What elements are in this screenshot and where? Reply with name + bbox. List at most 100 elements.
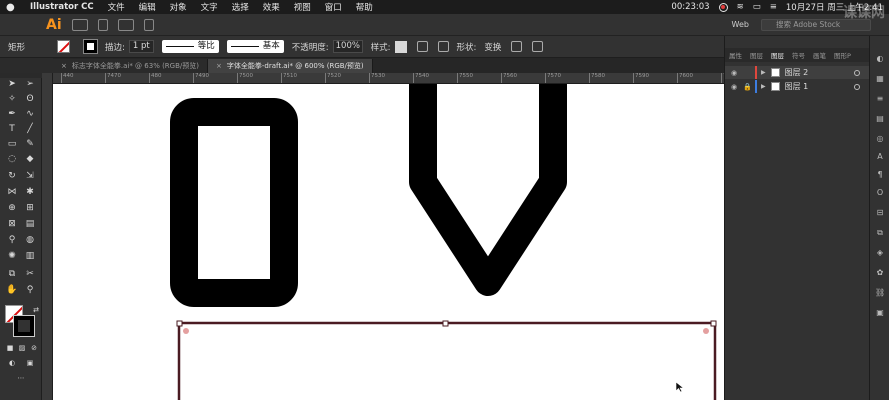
document-tab-active[interactable]: × 字体全能拳-draft.ai* @ 600% (RGB/预览): [207, 59, 373, 73]
graphic-style-swatch[interactable]: [394, 40, 407, 53]
mesh-tool-icon[interactable]: ⊠: [6, 219, 18, 230]
arrange-documents-icon[interactable]: [71, 18, 88, 31]
record-icon[interactable]: [718, 2, 728, 12]
shaper-tool-icon[interactable]: ◌: [6, 154, 18, 165]
artboard[interactable]: [53, 84, 724, 400]
visibility-eye-icon[interactable]: ◉: [731, 83, 739, 91]
symbol-sprayer-icon[interactable]: ✺: [6, 251, 18, 262]
align-icon[interactable]: [437, 41, 449, 52]
menu-help[interactable]: 帮助: [356, 1, 373, 13]
target-circle-icon[interactable]: [854, 69, 860, 76]
menu-edit[interactable]: 编辑: [139, 1, 156, 13]
artboard-tool-icon[interactable]: ⧉: [6, 269, 18, 280]
layer-name[interactable]: 图层 1: [785, 81, 809, 92]
align-panel-icon[interactable]: ⊟: [875, 208, 885, 218]
graphic-styles-panel-icon[interactable]: ✿: [875, 268, 885, 278]
fill-swatch[interactable]: [57, 40, 71, 53]
stroke-panel-icon[interactable]: ≡: [875, 94, 885, 104]
menu-window[interactable]: 窗口: [325, 1, 342, 13]
lock-icon[interactable]: 🔒: [743, 83, 752, 91]
target-circle-icon[interactable]: [854, 83, 860, 90]
battery-icon[interactable]: ▭: [753, 2, 761, 12]
swap-colors-icon[interactable]: ⇄: [30, 305, 42, 316]
selection-tool-icon[interactable]: ➤: [6, 79, 18, 90]
scale-tool-icon[interactable]: ⇲: [24, 171, 36, 182]
menu-file[interactable]: 文件: [108, 1, 125, 13]
zoom-tool-icon[interactable]: ⚲: [24, 285, 36, 296]
workspace-switcher[interactable]: Web: [732, 20, 749, 29]
stroke-weight-input[interactable]: 1 pt: [128, 40, 154, 53]
draw-mode-icon[interactable]: ◐: [6, 358, 18, 369]
variable-width-profile[interactable]: 等比: [161, 40, 219, 53]
tab-properties[interactable]: 属性: [725, 50, 746, 60]
eyedropper-tool-icon[interactable]: ⚲: [6, 235, 18, 246]
transparency-panel-icon[interactable]: ◎: [875, 134, 885, 144]
tab-graphic-styles[interactable]: 图形P: [830, 50, 855, 60]
character-panel-icon[interactable]: A: [875, 152, 885, 162]
transform-label[interactable]: 变换: [484, 41, 501, 53]
curvature-tool-icon[interactable]: ∿: [24, 109, 36, 120]
opentype-panel-icon[interactable]: O: [875, 188, 885, 198]
stroke-label[interactable]: 描边:: [105, 41, 125, 53]
shape-builder-icon[interactable]: ⊕: [6, 203, 18, 214]
rectangle-tool-icon[interactable]: ▭: [6, 139, 18, 150]
menu-effect[interactable]: 效果: [263, 1, 280, 13]
none-mode-icon[interactable]: ⊘: [28, 343, 40, 354]
slice-tool-icon[interactable]: ✂: [24, 269, 36, 280]
gradient-panel-icon[interactable]: ▤: [875, 114, 885, 124]
transform-icon[interactable]: [511, 41, 523, 52]
type-tool-icon[interactable]: T: [6, 124, 18, 135]
wifi-icon[interactable]: ≋: [737, 2, 744, 12]
stroke-swatch[interactable]: [83, 39, 99, 54]
menu-type[interactable]: 文字: [201, 1, 218, 13]
stroke-color-icon[interactable]: [13, 315, 35, 337]
layer-row-1[interactable]: ◉ 🔒 ▶ 图层 1: [725, 80, 870, 93]
vertical-ruler[interactable]: [42, 73, 53, 400]
document-tab[interactable]: × 标志字体全能拳.ai* @ 63% (RGB/预览): [53, 59, 208, 73]
color-panel-icon[interactable]: ◐: [875, 54, 885, 64]
magic-wand-icon[interactable]: ✧: [6, 94, 18, 105]
appearance-panel-icon[interactable]: ◈: [875, 248, 885, 258]
gpu-icon[interactable]: [143, 18, 154, 31]
control-center-icon[interactable]: ≡: [770, 2, 777, 12]
tab-layers[interactable]: 图层: [767, 50, 788, 60]
tab-brushes[interactable]: 画笔: [809, 50, 830, 60]
close-icon[interactable]: ×: [216, 62, 222, 70]
edit-toolbar-icon[interactable]: ⋯: [15, 373, 27, 384]
expand-arrow-icon[interactable]: ▶: [761, 69, 766, 76]
arrange-icon[interactable]: [532, 41, 544, 52]
eraser-tool-icon[interactable]: ◆: [24, 154, 36, 165]
apple-menu-icon[interactable]: ●: [6, 2, 20, 13]
lasso-tool-icon[interactable]: ʘ: [24, 94, 36, 105]
tab-libraries[interactable]: 图层: [746, 50, 767, 60]
menu-object[interactable]: 对象: [170, 1, 187, 13]
visibility-eye-icon[interactable]: ◉: [731, 69, 739, 77]
perspective-grid-icon[interactable]: ⊞: [24, 203, 36, 214]
gradient-tool-icon[interactable]: ▤: [24, 219, 36, 230]
expand-arrow-icon[interactable]: ▶: [761, 83, 766, 90]
app-menu[interactable]: Illustrator CC: [30, 2, 94, 12]
pathfinder-panel-icon[interactable]: ⧉: [875, 228, 885, 238]
column-graph-icon[interactable]: ▥: [24, 251, 36, 262]
blend-tool-icon[interactable]: ◍: [24, 235, 36, 246]
paragraph-panel-icon[interactable]: ¶: [875, 170, 885, 180]
swatches-panel-icon[interactable]: ▦: [875, 74, 885, 84]
layer-row-2[interactable]: ◉ ▶ 图层 2: [725, 66, 870, 79]
shape-label[interactable]: 形状:: [457, 41, 477, 53]
line-tool-icon[interactable]: ╱: [24, 124, 36, 135]
menu-select[interactable]: 选择: [232, 1, 249, 13]
canvas[interactable]: [53, 84, 724, 400]
tab-symbols[interactable]: 符号: [788, 50, 809, 60]
screen-mode-icon[interactable]: ▣: [24, 358, 36, 369]
layer-name[interactable]: 图层 2: [785, 67, 809, 78]
direct-selection-tool-icon[interactable]: ➢: [24, 79, 36, 90]
recolor-icon[interactable]: [416, 41, 428, 52]
paintbrush-tool-icon[interactable]: ✎: [24, 139, 36, 150]
horizontal-ruler[interactable]: 440 7470 480 7490 7500 7510 7520 7530 7540 7550 75…: [53, 73, 724, 84]
links-panel-icon[interactable]: ⛓: [875, 288, 885, 298]
artboards-panel-icon[interactable]: ▣: [875, 308, 885, 318]
close-icon[interactable]: ×: [61, 62, 67, 70]
color-mode-icon[interactable]: ■: [4, 343, 16, 354]
width-tool-icon[interactable]: ⋈: [6, 187, 18, 198]
rotate-tool-icon[interactable]: ↻: [6, 171, 18, 182]
